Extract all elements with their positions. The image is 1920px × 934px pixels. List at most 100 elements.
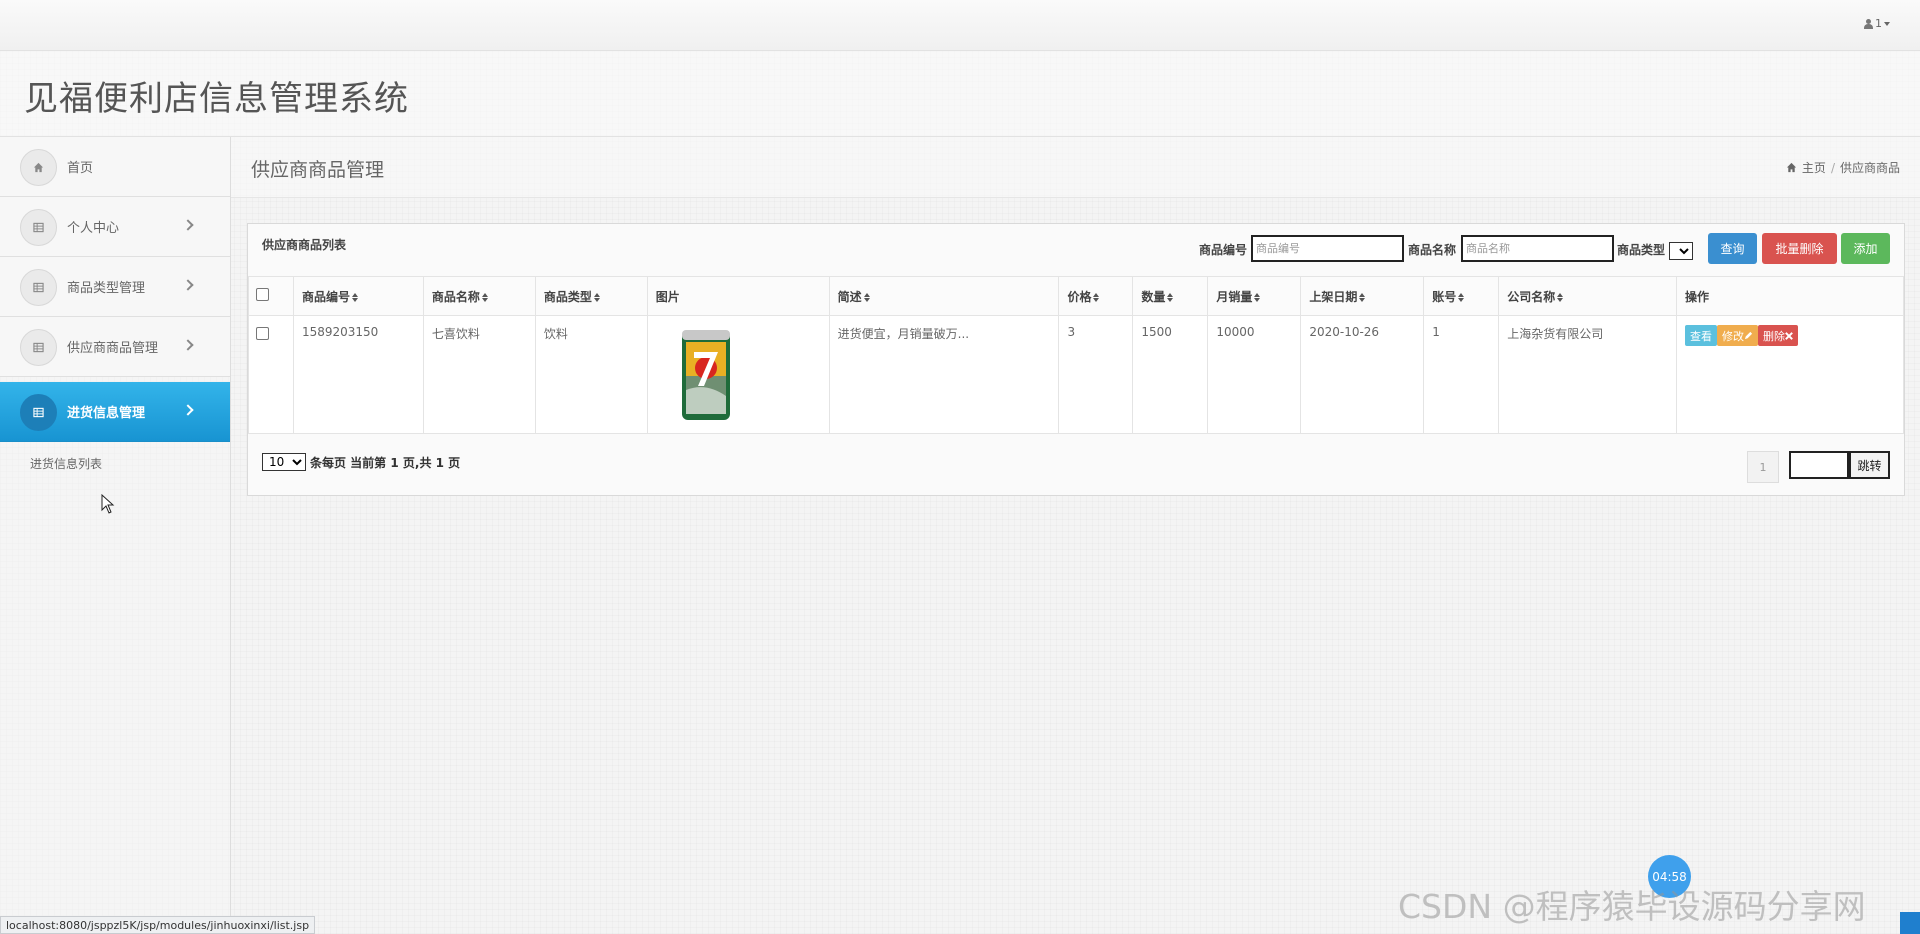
sidebar-item-label: 供应商商品管理 — [67, 341, 159, 356]
status-bar-url: localhost:8080/jsppzl5K/jsp/modules/jinh… — [0, 916, 316, 934]
pager-info: 10 条每页 当前第 1 页,共 1 页 — [262, 453, 460, 471]
cell-account: 1 — [1423, 315, 1500, 434]
top-bar: 1 — [0, 0, 1920, 51]
breadcrumb-home[interactable]: 主页 — [1802, 159, 1826, 176]
cell-actions: 查看 修改 删除 — [1676, 315, 1904, 434]
table-icon — [20, 329, 57, 366]
sidebar: 首页 个人中心 商品类型管理 供应商商品管理 进货信息管理 进货信息列表 — [0, 137, 231, 934]
column-header[interactable]: 账号 — [1423, 276, 1500, 316]
table-icon — [20, 209, 57, 246]
sidebar-subitem-purchase-list[interactable]: 进货信息列表 — [30, 455, 102, 472]
cell-company: 上海杂货有限公司 — [1498, 315, 1678, 434]
user-icon — [1864, 18, 1873, 29]
cell-desc: 进货便宜，月销量破万... — [828, 315, 1060, 434]
table-icon — [20, 269, 57, 306]
row-actions: 查看 修改 删除 — [1685, 325, 1895, 346]
user-menu[interactable]: 1 — [1864, 17, 1890, 30]
column-header[interactable]: 简述 — [828, 276, 1060, 316]
sidebar-item-label: 进货信息管理 — [67, 406, 146, 421]
sort-icon — [1359, 292, 1366, 302]
goods-table: 商品编号 商品名称 商品类型 图片 简述 价格 数量 月销量 上架日期 账号 公… — [248, 276, 1904, 434]
batch-delete-button[interactable]: 批量删除 — [1762, 233, 1837, 264]
query-button[interactable]: 查询 — [1708, 233, 1757, 264]
app-title: 见福便利店信息管理系统 — [24, 79, 409, 119]
cell-date: 2020-10-26 — [1300, 315, 1425, 434]
column-header[interactable]: 商品类型 — [534, 276, 648, 316]
name-search-input[interactable] — [1461, 235, 1614, 262]
delete-button[interactable]: 删除 — [1758, 325, 1799, 346]
column-header[interactable]: 公司名称 — [1498, 276, 1678, 316]
sort-icon — [593, 292, 600, 302]
jump-button[interactable]: 跳转 — [1849, 451, 1890, 479]
column-header[interactable]: 月销量 — [1207, 276, 1302, 316]
sidebar-item-supplier-goods[interactable]: 供应商商品管理 — [0, 317, 230, 377]
chevron-right-icon — [182, 279, 194, 291]
breadcrumb-separator: / — [1830, 160, 1835, 175]
jump-page-input[interactable] — [1789, 451, 1849, 479]
select-all-checkbox[interactable] — [256, 288, 269, 301]
corner-resize-icon[interactable] — [1900, 912, 1920, 934]
page-title: 供应商商品管理 — [251, 159, 385, 181]
column-header: 图片 — [646, 276, 830, 316]
sort-icon — [1254, 292, 1261, 302]
brand-bar: 见福便利店信息管理系统 — [0, 51, 1920, 137]
caret-down-icon — [1884, 21, 1890, 26]
sidebar-item-category[interactable]: 商品类型管理 — [0, 257, 230, 317]
edit-button[interactable]: 修改 — [1717, 325, 1759, 346]
sidebar-item-home[interactable]: 首页 — [0, 137, 230, 197]
search-bar: 商品编号 商品名称 商品类型 查询 批量删除 添加 — [248, 233, 1906, 264]
breadcrumb-current: 供应商商品 — [1839, 161, 1900, 175]
cell-code: 1589203150 — [292, 315, 424, 434]
chevron-right-icon — [182, 219, 194, 231]
row-select-cell — [248, 315, 294, 434]
sidebar-item-label: 商品类型管理 — [67, 281, 146, 296]
sort-icon — [1458, 292, 1465, 302]
close-icon — [1785, 331, 1793, 340]
breadcrumb: 主页 / 供应商商品 — [1786, 159, 1900, 176]
table-header-row: 商品编号 商品名称 商品类型 图片 简述 价格 数量 月销量 上架日期 账号 公… — [248, 276, 1904, 316]
row-checkbox[interactable] — [256, 327, 269, 340]
view-button[interactable]: 查看 — [1685, 325, 1718, 346]
code-label: 商品编号 — [1199, 243, 1248, 257]
sort-icon — [351, 292, 358, 302]
sidebar-item-label: 首页 — [67, 161, 94, 176]
column-header[interactable]: 价格 — [1058, 276, 1134, 316]
chevron-right-icon — [182, 339, 194, 351]
table-icon — [20, 394, 57, 431]
cell-monthly-sales: 10000 — [1207, 315, 1302, 434]
type-select[interactable] — [1669, 242, 1693, 260]
column-header[interactable]: 商品编号 — [292, 276, 424, 316]
cell-name: 七喜饮料 — [422, 315, 536, 434]
list-panel: 供应商商品列表 商品编号 商品名称 商品类型 查询 批量删除 添加 商品编号 商… — [247, 223, 1905, 496]
sidebar-item-personal[interactable]: 个人中心 — [0, 197, 230, 257]
sidebar-item-label: 个人中心 — [67, 221, 120, 236]
sidebar-item-purchase[interactable]: 进货信息管理 — [0, 382, 230, 442]
code-search-input[interactable] — [1251, 235, 1404, 262]
user-label: 1 — [1875, 17, 1882, 30]
add-button[interactable]: 添加 — [1841, 233, 1890, 264]
cell-image — [646, 315, 830, 434]
pencil-icon — [1744, 331, 1753, 340]
watermark: CSDN @程序猿毕设源码分享网 — [1398, 887, 1866, 926]
page-number-button[interactable]: 1 — [1747, 451, 1779, 483]
cell-type: 饮料 — [534, 315, 648, 434]
cell-price: 3 — [1058, 315, 1134, 434]
page-header: 供应商商品管理 主页 / 供应商商品 — [231, 137, 1920, 198]
select-all-cell — [248, 276, 294, 316]
sort-icon — [1167, 292, 1174, 302]
type-label: 商品类型 — [1617, 243, 1666, 257]
column-header[interactable]: 上架日期 — [1300, 276, 1425, 316]
column-header: 操作 — [1676, 276, 1904, 316]
home-icon — [1786, 162, 1797, 173]
chevron-right-icon — [182, 404, 194, 416]
name-label: 商品名称 — [1408, 243, 1457, 257]
sort-icon — [1093, 292, 1100, 302]
cell-qty: 1500 — [1132, 315, 1209, 434]
column-header[interactable]: 数量 — [1132, 276, 1209, 316]
table-row: 1589203150 七喜饮料 饮料 进货便宜，月销量破万... 3 1500 … — [248, 315, 1904, 434]
sort-icon — [481, 292, 488, 302]
page-size-select[interactable]: 10 — [262, 453, 306, 471]
sort-icon — [863, 292, 870, 302]
pager-text: 条每页 当前第 1 页,共 1 页 — [310, 455, 461, 470]
column-header[interactable]: 商品名称 — [422, 276, 536, 316]
